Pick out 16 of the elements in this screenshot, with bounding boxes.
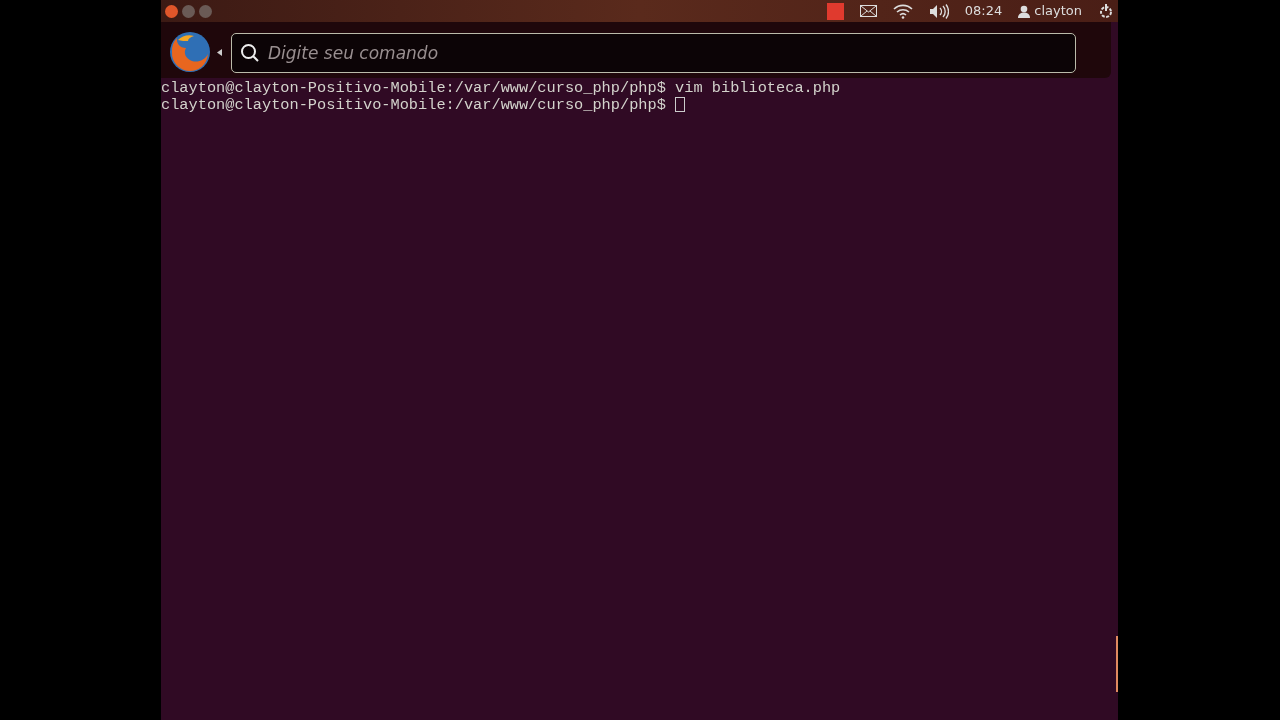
arrow-icon [217, 49, 222, 56]
volume-icon[interactable] [928, 3, 949, 19]
terminal-line: clayton@clayton-Positivo-Mobile:/var/www/curso_php/php$ [161, 97, 666, 114]
clock[interactable]: 08:24 [964, 1, 1003, 21]
power-icon[interactable] [1098, 3, 1114, 19]
indicator-icon[interactable] [826, 2, 844, 20]
close-button[interactable] [165, 4, 178, 18]
search-field[interactable]: Digite seu comando [231, 33, 1076, 73]
scrollbar-thumb[interactable] [1116, 636, 1118, 692]
person-icon [1018, 4, 1031, 18]
firefox-icon[interactable] [168, 30, 212, 74]
mail-icon[interactable] [859, 5, 877, 17]
user-menu[interactable]: clayton [1018, 1, 1082, 21]
terminal-line: clayton@clayton-Positivo-Mobile:/var/www/curso_php/php$ vim biblioteca.php [161, 80, 842, 97]
search-icon [240, 43, 260, 63]
wifi-icon[interactable] [892, 3, 913, 19]
